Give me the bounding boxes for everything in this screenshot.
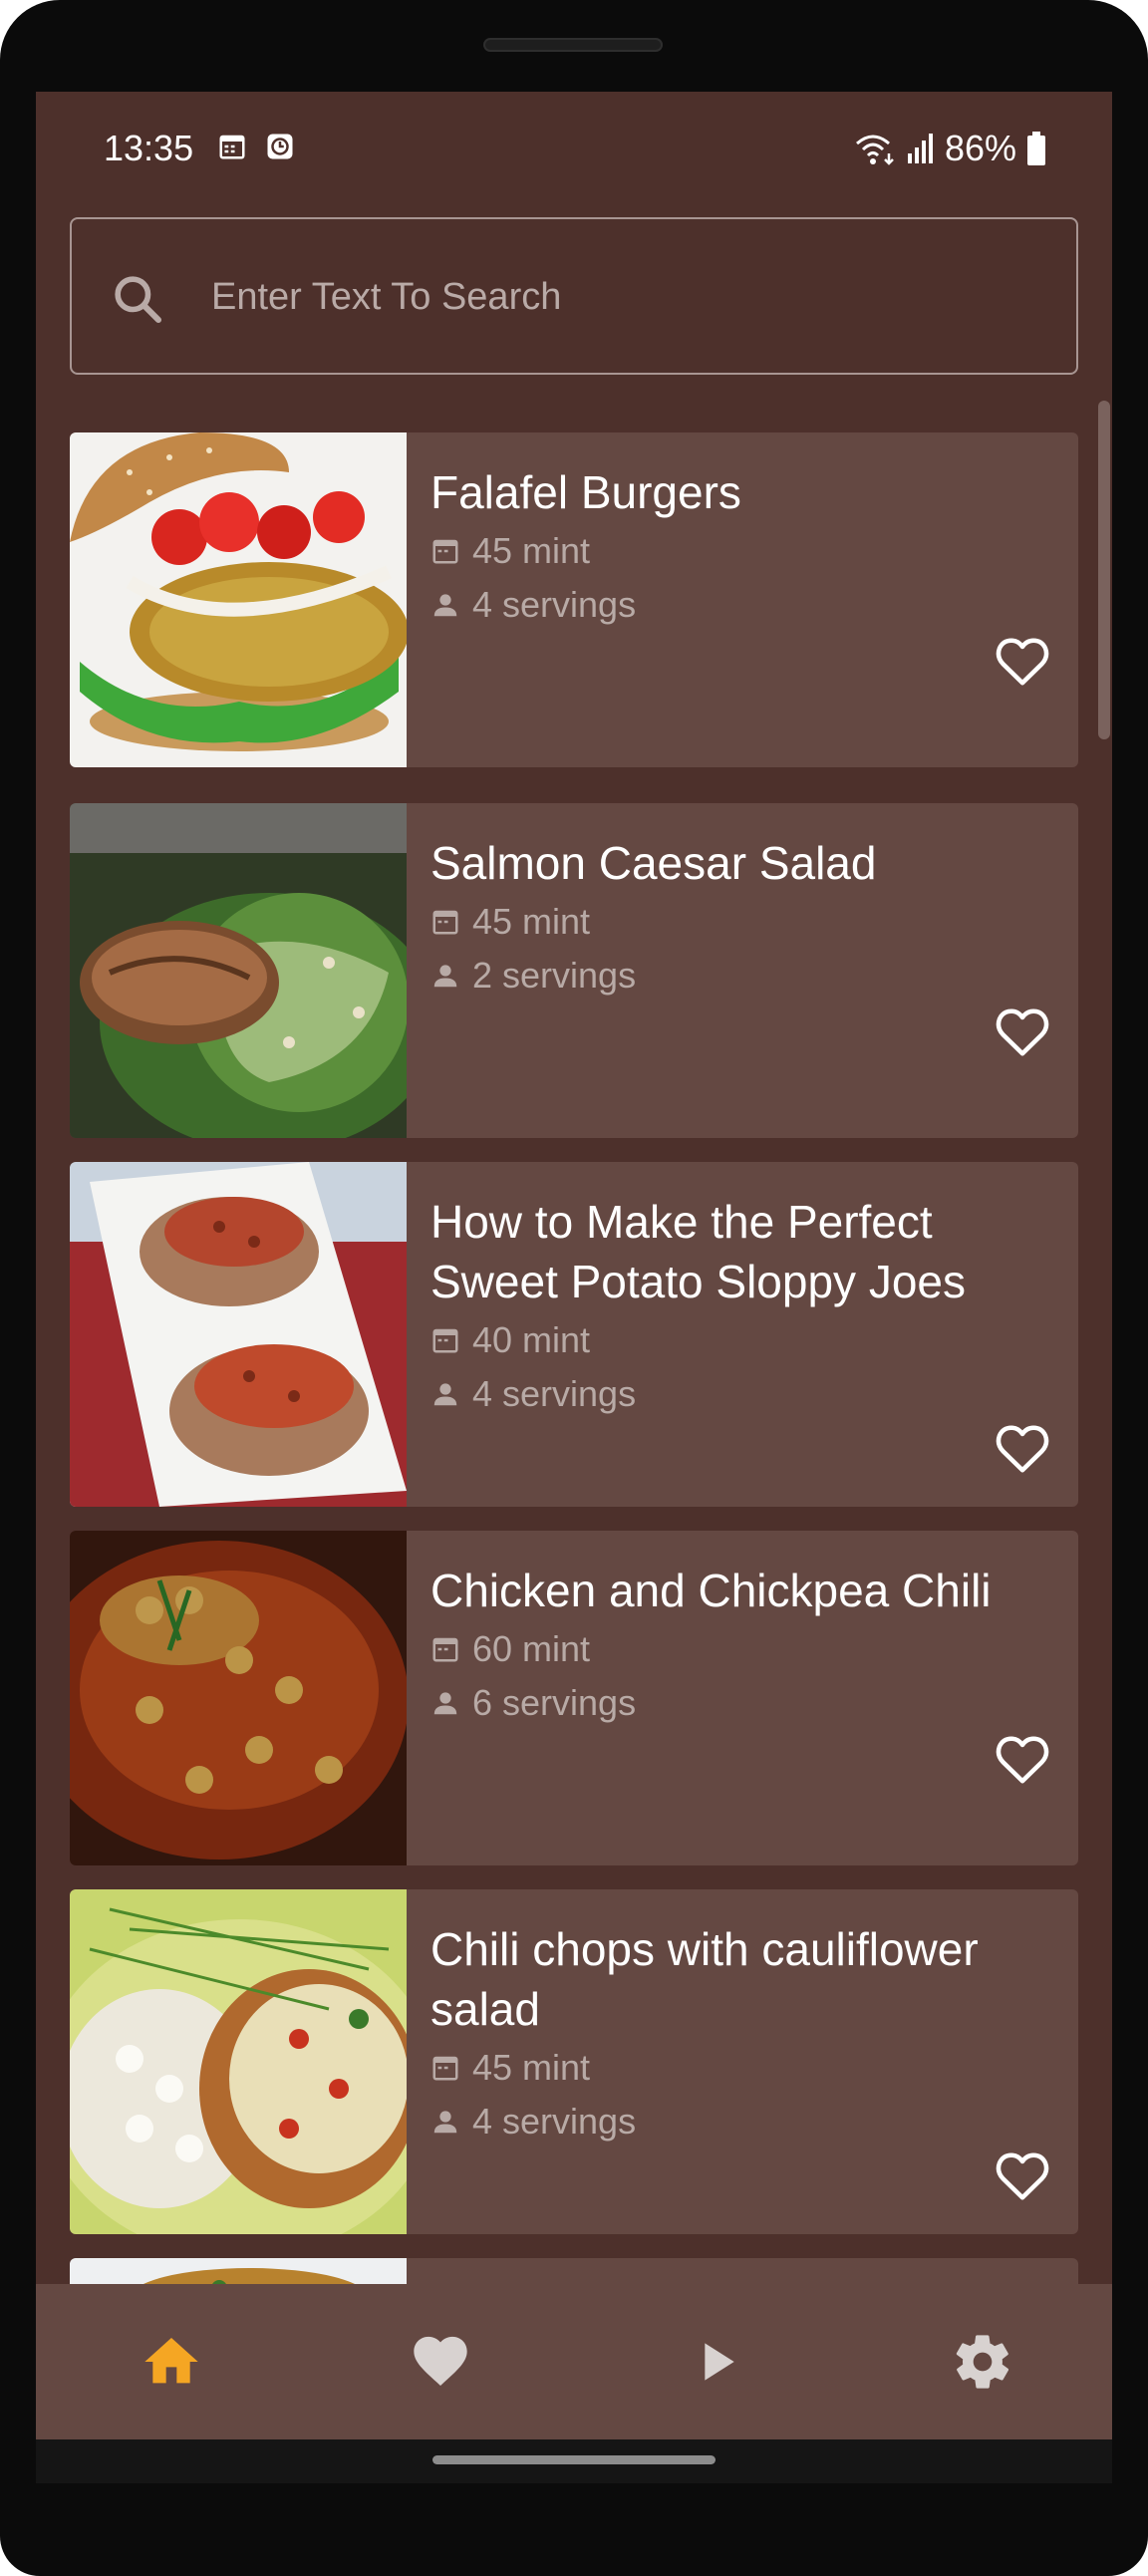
status-bar: 13:35 86%	[36, 92, 1112, 211]
recipe-servings-text: 4 servings	[472, 2101, 637, 2142]
person-icon	[433, 1692, 457, 1715]
list-scrollbar[interactable]	[1098, 401, 1110, 739]
recipe-servings: 4 servings	[430, 584, 636, 626]
phone-frame: 13:35 86% Enter Text To Search Falafel B…	[0, 0, 1148, 2576]
clock-app-icon	[267, 134, 293, 159]
favorites-heart-icon[interactable]	[409, 2330, 472, 2394]
recipe-duration-text: 60 mint	[472, 1628, 591, 1669]
recipe-servings: 4 servings	[430, 1373, 636, 1415]
recipe-title: Falafel Burgers	[430, 466, 741, 518]
play-icon[interactable]	[684, 2330, 747, 2394]
recipe-servings: 2 servings	[430, 955, 636, 997]
recipe-servings-text: 6 servings	[472, 1682, 637, 1723]
system-gesture-area	[36, 2439, 1112, 2483]
favorite-heart-icon[interactable]	[991, 1730, 1054, 1790]
recipe-servings-text: 4 servings	[472, 1373, 637, 1414]
recipe-title: Chicken and Chickpea Chili	[430, 1565, 992, 1616]
person-icon	[433, 1383, 457, 1406]
recipe-servings: 4 servings	[430, 2101, 636, 2143]
favorite-heart-icon[interactable]	[991, 2147, 1054, 2206]
search-input[interactable]	[211, 259, 1028, 335]
recipe-duration: 45 mint	[430, 530, 590, 572]
calendar-icon	[432, 539, 458, 564]
calendar-icon	[219, 135, 245, 159]
favorite-heart-icon[interactable]	[991, 632, 1054, 692]
recipe-image-salmon-caesar-salad	[70, 803, 407, 1138]
recipe-duration-text: 45 mint	[472, 901, 591, 942]
search-bar[interactable]	[70, 217, 1078, 375]
calendar-icon	[432, 1637, 458, 1662]
recipe-duration-text: 45 mint	[472, 2047, 591, 2088]
phone-speaker	[483, 38, 663, 52]
recipe-duration-text: 45 mint	[472, 530, 591, 571]
recipe-servings-text: 4 servings	[472, 584, 637, 625]
recipe-duration: 40 mint	[430, 1319, 590, 1361]
signal-icon	[907, 134, 933, 163]
bottom-navigation	[36, 2284, 1112, 2439]
battery-percent: 86%	[944, 128, 1016, 168]
recipe-card[interactable]: Salmon Caesar Salad 45 mint 2 servings	[70, 803, 1078, 1138]
recipe-title: How to Make the Perfect Sweet Potato Slo…	[430, 1196, 966, 1307]
settings-icon[interactable]	[951, 2330, 1014, 2394]
recipe-duration: 45 mint	[430, 2047, 590, 2089]
favorite-heart-icon[interactable]	[991, 1419, 1054, 1479]
recipe-card[interactable]: Chili chops with cauliflower salad 45 mi…	[70, 1889, 1078, 2234]
recipe-card[interactable]: Falafel Burgers 45 mint 4 servings	[70, 432, 1078, 767]
status-time: 13:35	[104, 128, 194, 168]
person-icon	[433, 594, 457, 617]
recipe-card[interactable]: How to Make the Perfect Sweet Potato Slo…	[70, 1162, 1078, 1507]
recipe-image-chicken-chickpea-chili	[70, 1531, 407, 1865]
calendar-icon	[432, 910, 458, 935]
recipe-servings-text: 2 servings	[472, 955, 637, 996]
home-icon[interactable]	[140, 2330, 203, 2394]
recipe-title: Salmon Caesar Salad	[430, 837, 877, 889]
calendar-icon	[432, 2056, 458, 2081]
recipe-image-sweet-potato-sloppy-joes	[70, 1162, 407, 1507]
favorite-heart-icon[interactable]	[991, 1002, 1054, 1062]
recipe-duration-text: 40 mint	[472, 1319, 591, 1360]
person-icon	[433, 2111, 457, 2134]
recipe-duration: 45 mint	[430, 901, 590, 943]
calendar-icon	[432, 1328, 458, 1353]
recipe-title: Chili chops with cauliflower salad	[430, 1923, 979, 2035]
recipe-image-falafel-burger	[70, 432, 407, 767]
status-system-icons: 86%	[855, 128, 1046, 169]
battery-icon	[1027, 132, 1045, 165]
wifi-icon	[855, 135, 894, 165]
person-icon	[433, 965, 457, 988]
recipe-duration: 60 mint	[430, 1628, 590, 1670]
status-notification-icons	[217, 132, 295, 161]
search-icon[interactable]	[110, 271, 165, 327]
recipe-servings: 6 servings	[430, 1682, 636, 1724]
app-screen: 13:35 86% Enter Text To Search Falafel B…	[36, 92, 1112, 2483]
recipe-card[interactable]: Chicken and Chickpea Chili 60 mint 6 ser…	[70, 1531, 1078, 1865]
home-gesture-bar[interactable]	[432, 2455, 716, 2464]
recipe-image-chili-chops-cauliflower	[70, 1889, 407, 2234]
